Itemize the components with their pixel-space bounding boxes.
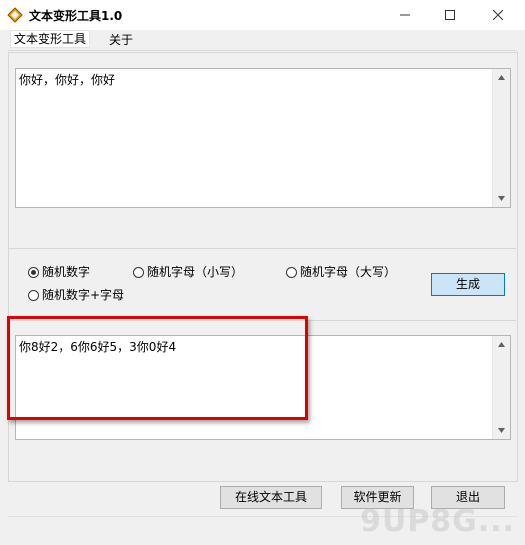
generate-button[interactable]: 生成 bbox=[431, 273, 505, 296]
chevron-down-icon bbox=[498, 422, 505, 436]
scroll-down-button[interactable] bbox=[493, 422, 510, 439]
maximize-icon bbox=[445, 9, 455, 23]
input-scrollbar[interactable] bbox=[492, 69, 510, 207]
radio-label: 随机数字 bbox=[42, 265, 91, 279]
minimize-button[interactable] bbox=[385, 3, 425, 27]
input-text: 你好，你好，你好 bbox=[19, 73, 116, 87]
close-icon bbox=[492, 9, 504, 23]
radio-random-digits[interactable]: 随机数字 bbox=[28, 264, 90, 280]
radio-random-digits-letters[interactable]: 随机数字+字母 bbox=[28, 287, 124, 303]
radio-circle bbox=[28, 289, 39, 301]
scroll-up-button[interactable] bbox=[493, 336, 510, 353]
scroll-down-button[interactable] bbox=[493, 190, 510, 207]
chevron-up-icon bbox=[498, 69, 505, 83]
chevron-down-icon bbox=[498, 190, 505, 204]
highlight-box bbox=[7, 316, 308, 420]
radio-random-lowercase[interactable]: 随机字母（小写） bbox=[133, 264, 243, 280]
radio-label: 随机字母（大写） bbox=[300, 265, 397, 279]
radio-label: 随机字母（小写） bbox=[147, 265, 244, 279]
minimize-icon bbox=[400, 9, 410, 23]
radio-circle bbox=[286, 266, 297, 278]
scroll-up-button[interactable] bbox=[493, 69, 510, 86]
window-title: 文本变形工具1.0 bbox=[29, 9, 123, 23]
menu-item-about[interactable]: 关于 bbox=[106, 32, 136, 48]
divider bbox=[9, 248, 516, 249]
watermark-logo: 9UP8G... bbox=[360, 504, 515, 539]
title-bar[interactable]: 文本变形工具1.0 bbox=[0, 0, 525, 30]
menu-bar: 文本变形工具 关于 bbox=[8, 30, 517, 51]
chevron-up-icon bbox=[498, 336, 505, 350]
radio-circle bbox=[133, 266, 144, 278]
online-text-tools-button[interactable]: 在线文本工具 bbox=[220, 486, 322, 509]
input-textarea[interactable]: 你好，你好，你好 bbox=[15, 68, 511, 208]
output-scrollbar[interactable] bbox=[492, 336, 510, 439]
radio-circle bbox=[28, 266, 39, 278]
radio-label: 随机数字+字母 bbox=[42, 288, 125, 302]
maximize-button[interactable] bbox=[430, 3, 470, 27]
app-logo-icon bbox=[7, 7, 23, 23]
radio-random-uppercase[interactable]: 随机字母（大写） bbox=[286, 264, 396, 280]
close-button[interactable] bbox=[478, 3, 518, 27]
menu-item-text-tool[interactable]: 文本变形工具 bbox=[10, 30, 91, 48]
